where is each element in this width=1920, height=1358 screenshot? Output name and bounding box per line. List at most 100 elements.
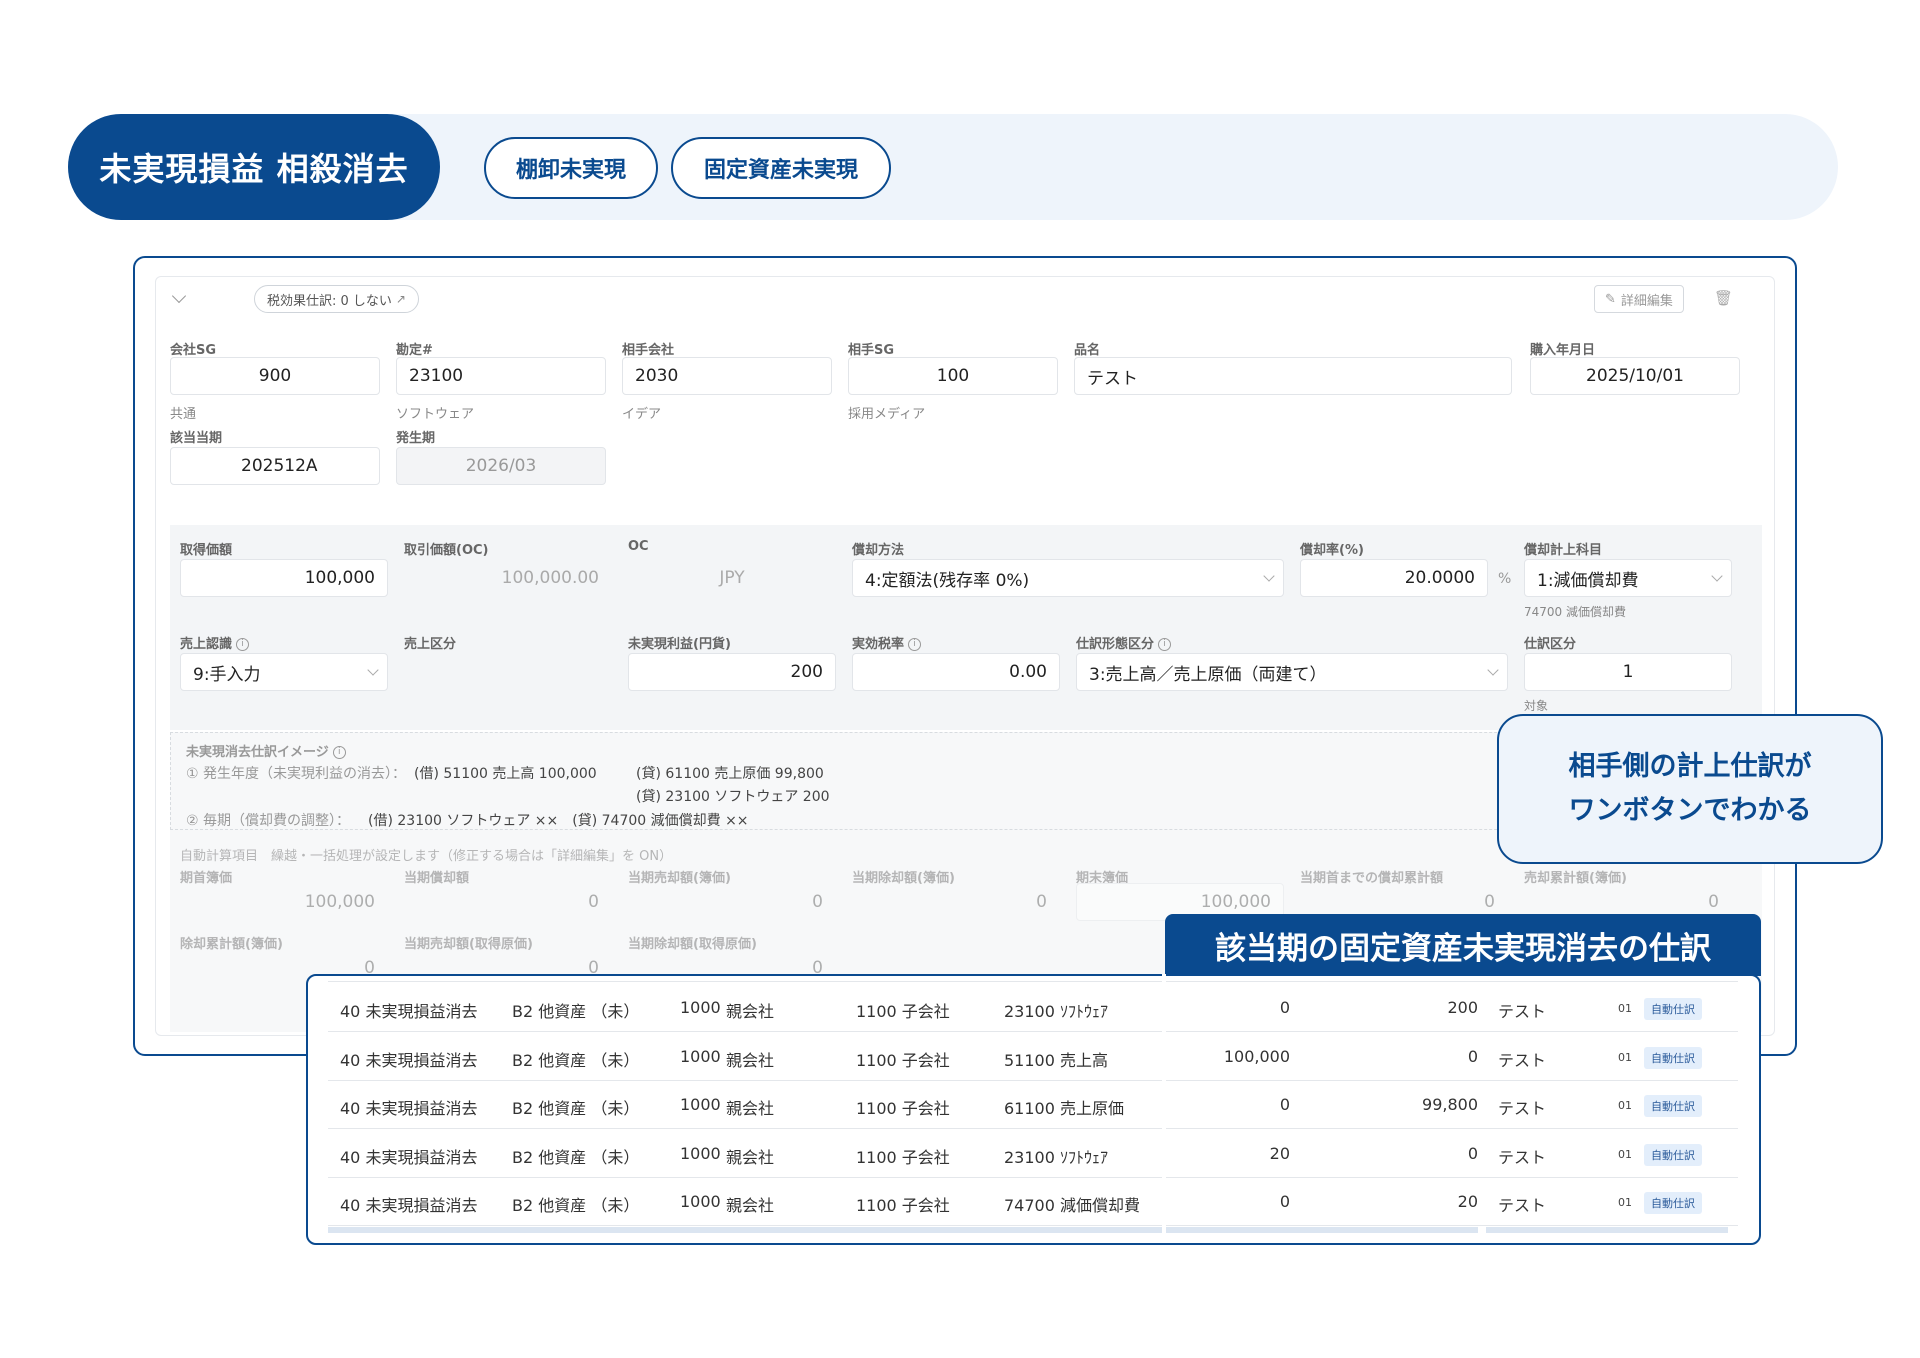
company-code: 1000 [680, 998, 721, 1017]
company-name: 親会社 [726, 1099, 775, 1118]
collapse-chevron-icon[interactable] [171, 288, 187, 304]
partner-sg-input[interactable]: 100 [848, 357, 1058, 395]
tax-effect-label: 税効果仕訳: 0 しない [267, 293, 392, 309]
auto-value: 100,000 [304, 892, 375, 912]
depreciation-account-sub: 74700 減価償却費 [1524, 605, 1626, 619]
account-label: 勘定# [396, 343, 433, 358]
table-row[interactable]: 40 未実現損益消去 B2 他資産 （未） 1000 親会社 1100 子会社 7470… [328, 1178, 1738, 1226]
journal-form-label: 仕訳形態区分 [1076, 637, 1155, 652]
credit-amount: 0 [1467, 1143, 1478, 1163]
detail-edit-button[interactable]: ✎ 詳細編集 [1594, 285, 1684, 313]
chevron-down-icon [367, 664, 379, 676]
account-input[interactable]: 23100 [396, 357, 606, 395]
sales-recognition-value: 9:手入力 [193, 664, 261, 685]
account: 23100 ｿﾌﾄｳｪｱ [1004, 1147, 1108, 1167]
entry-type: 40 未実現損益消去 [340, 1196, 478, 1215]
company-code: 1000 [680, 1192, 721, 1211]
image-line2-label: ② 毎期（償却費の調整）： [186, 813, 351, 829]
tax-effect-tag[interactable]: 税効果仕訳: 0 しない ↗ [254, 285, 419, 313]
credit-amount: 99,800 [1422, 1095, 1478, 1114]
oc-value: JPY [719, 568, 745, 588]
asset-category: B2 他資産 （未） [512, 1002, 640, 1021]
table-row[interactable]: 40 未実現損益消去 B2 他資産 （未） 1000 親会社 1100 子会社 5110… [328, 1033, 1738, 1081]
item-name-label: 品名 [1074, 343, 1101, 358]
tab-inventory-unrealized[interactable]: 棚卸未実現 [484, 137, 658, 199]
page-title: 未実現損益 相殺消去 [68, 114, 440, 220]
depreciation-method-label: 償却方法 [852, 543, 905, 558]
sales-recognition-select[interactable]: 9:手入力 [180, 653, 388, 691]
partner: 1100 子会社 [856, 1050, 950, 1070]
callout-line2: ワンボタンでわかる [1568, 795, 1812, 826]
auto-value: 0 [812, 892, 823, 912]
entry-type: 40 未実現損益消去 [340, 1002, 478, 1021]
callout-line1: 相手側の計上仕訳が [1568, 751, 1812, 782]
acquisition-cost-input[interactable]: 100,000 [180, 559, 388, 597]
trash-icon[interactable]: 🗑 [1714, 289, 1733, 307]
credit-amount: 20 [1457, 1192, 1478, 1211]
company-name: 親会社 [726, 1050, 775, 1070]
occurrence-period-input: 2026/03 [396, 447, 606, 485]
journal-category-sub: 対象 [1524, 699, 1549, 713]
partner-company-input[interactable]: 2030 [622, 357, 832, 395]
auto-value: 0 [588, 892, 599, 912]
journal-image-title: 未実現消去仕訳イメージ [186, 745, 329, 760]
depreciation-method-select[interactable]: 4:定額法(残存率 0%) [852, 559, 1284, 597]
partner: 1100 子会社 [856, 1002, 950, 1021]
chevron-down-icon [1711, 570, 1723, 582]
item-name-input[interactable]: テスト [1074, 357, 1512, 395]
callout-bubble: 相手側の計上仕訳が ワンボタンでわかる [1497, 714, 1883, 864]
journal-category-input[interactable]: 1 [1524, 653, 1732, 691]
entry-type: 40 未実現損益消去 [340, 1050, 478, 1070]
oc-label: OC [628, 539, 649, 554]
item-name: テスト [1498, 1050, 1547, 1070]
company-name: 親会社 [726, 1002, 775, 1021]
purchase-date-input[interactable]: 2025/10/01 [1530, 357, 1740, 395]
horizontal-scrollbar[interactable] [328, 1227, 1478, 1233]
purchase-date-label: 購入年月日 [1530, 343, 1596, 358]
table-row[interactable]: 40 未実現損益消去 B2 他資産 （未） 1000 親会社 1100 子会社 2310… [328, 984, 1738, 1032]
table-top-rule [328, 976, 1738, 982]
company-name: 親会社 [726, 1147, 775, 1167]
depreciation-rate-label: 償却率(%) [1300, 543, 1364, 558]
depreciation-account-select[interactable]: 1:減価償却費 [1524, 559, 1732, 597]
journal-table: 40 未実現損益消去 B2 他資産 （未） 1000 親会社 1100 子会社 2310… [306, 974, 1761, 1245]
journal-category-label: 仕訳区分 [1524, 637, 1577, 652]
depreciation-account-label: 償却計上科目 [1524, 543, 1603, 558]
horizontal-scrollbar-right[interactable] [1486, 1227, 1728, 1233]
image-line1-credit2: (貸) 23100 ソフトウェア 200 [636, 789, 830, 805]
slip-code: 01 [1618, 1099, 1632, 1112]
info-icon: i [908, 638, 922, 651]
account-sub: ソフトウェア [396, 407, 475, 422]
journal-form-select[interactable]: 3:売上高／売上原価（両建て） [1076, 653, 1508, 691]
image-line1-label: ① 発生年度（未実現利益の消去）： [186, 766, 407, 782]
image-line1-credit: (貸) 61100 売上原価 99,800 [636, 766, 824, 782]
unrealized-profit-input[interactable]: 200 [628, 653, 836, 691]
auto-journal-badge: 自動仕訳 [1644, 1095, 1702, 1117]
slip-code: 01 [1618, 1002, 1632, 1015]
auto-journal-badge: 自動仕訳 [1644, 998, 1702, 1020]
info-icon: i [1158, 638, 1172, 651]
depreciation-method-value: 4:定額法(残存率 0%) [865, 570, 1030, 591]
auto-journal-badge: 自動仕訳 [1644, 1046, 1702, 1069]
depreciation-rate-input[interactable]: 20.0000 [1300, 559, 1488, 597]
target-period-input[interactable]: 202512A [170, 447, 380, 485]
account: 74700 減価償却費 [1004, 1196, 1140, 1215]
item-name: テスト [1498, 1099, 1547, 1118]
depreciation-account-value: 1:減価償却費 [1537, 570, 1639, 591]
entry-type: 40 未実現損益消去 [340, 1099, 478, 1118]
table-pane-divider [1162, 974, 1166, 1236]
company-sg-input[interactable]: 900 [170, 357, 380, 395]
partner-sg-label: 相手SG [848, 343, 895, 358]
table-row[interactable]: 40 未実現損益消去 B2 他資産 （未） 1000 親会社 1100 子会社 6110… [328, 1081, 1738, 1129]
item-name: テスト [1498, 1196, 1547, 1215]
occurrence-period-label: 発生期 [396, 431, 436, 446]
effective-tax-input[interactable]: 0.00 [852, 653, 1060, 691]
company-sg-label: 会社SG [170, 343, 217, 358]
table-row[interactable]: 40 未実現損益消去 B2 他資産 （未） 1000 親会社 1100 子会社 2310… [328, 1130, 1738, 1178]
tab-fixed-asset-unrealized[interactable]: 固定資産未実現 [671, 137, 891, 199]
company-sg-sub: 共通 [170, 407, 197, 422]
partner-company-sub: イデア [622, 407, 662, 422]
credit-amount: 0 [1467, 1046, 1478, 1066]
partner: 1100 子会社 [856, 1099, 950, 1118]
debit-amount: 0 [1279, 1095, 1290, 1114]
